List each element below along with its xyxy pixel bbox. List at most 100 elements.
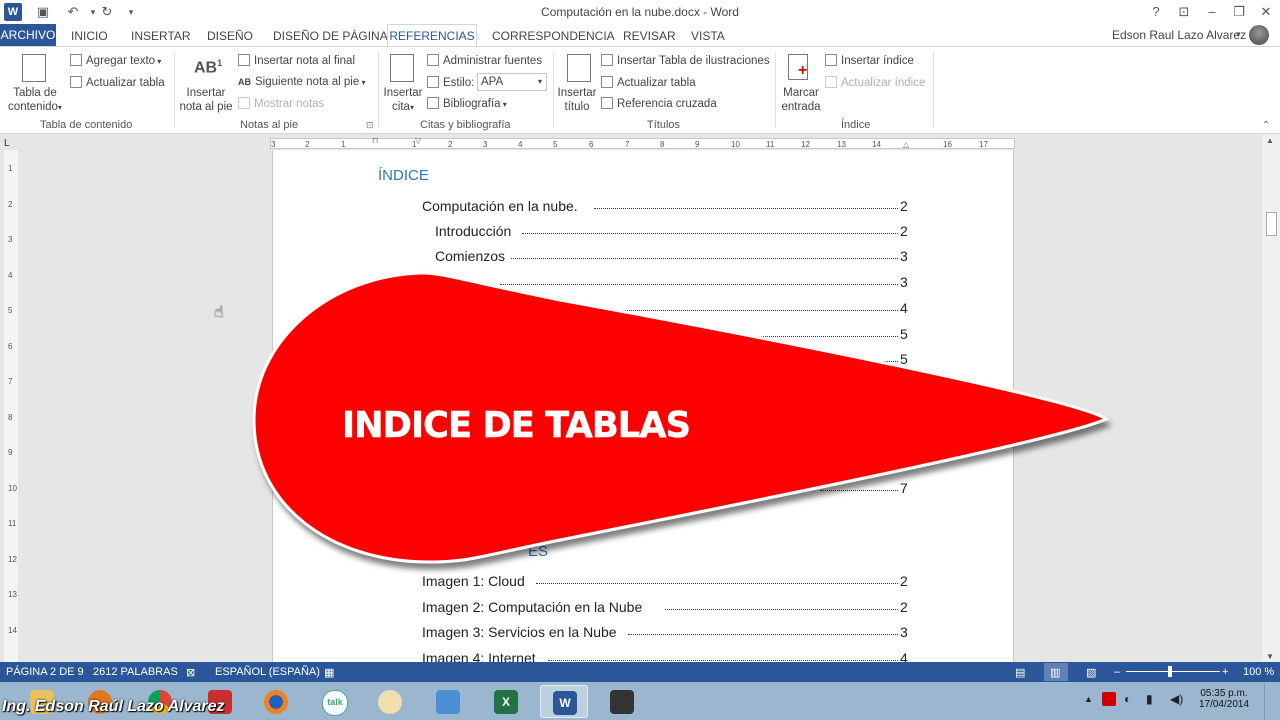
- web-layout-icon[interactable]: ▧: [1086, 666, 1096, 679]
- tab-correspondencia[interactable]: CORRESPONDENCIA: [492, 29, 615, 43]
- ribbon-display-options-icon[interactable]: ⊡: [1172, 2, 1196, 22]
- save-icon[interactable]: ▣: [34, 3, 52, 21]
- taskbar-excel[interactable]: X: [482, 685, 530, 718]
- page-count[interactable]: PÁGINA 2 DE 9: [6, 666, 84, 678]
- redo-icon[interactable]: ↻: [98, 3, 116, 21]
- toc-leader: [511, 258, 898, 259]
- toc-entry-page: 3: [900, 248, 908, 264]
- image-entry[interactable]: Imagen 3: Servicios en la Nube 3: [422, 624, 912, 644]
- show-hidden-icons-icon[interactable]: ▲: [1084, 694, 1093, 704]
- insert-caption-icon: [567, 54, 591, 82]
- tray-icon[interactable]: ◐: [1124, 692, 1131, 706]
- macro-icon[interactable]: ▦: [324, 666, 334, 679]
- toc-leader: [536, 583, 898, 584]
- taskbar-talk[interactable]: talk: [310, 685, 358, 718]
- avatar[interactable]: [1249, 25, 1269, 45]
- taskbar-word[interactable]: W: [540, 685, 588, 718]
- close-icon[interactable]: ✕: [1254, 2, 1278, 22]
- zoom-level[interactable]: 100 %: [1243, 666, 1274, 678]
- estilo-label: Estilo:: [443, 77, 475, 89]
- referencia-cruzada-button[interactable]: Referencia cruzada: [601, 97, 717, 110]
- marcar-entrada-button[interactable]: Marcar entrada: [780, 86, 822, 114]
- minimize-icon[interactable]: –: [1200, 2, 1224, 22]
- toc-leader: [500, 284, 898, 285]
- insertar-tabla-ilustraciones-button[interactable]: Insertar Tabla de ilustraciones: [601, 54, 770, 67]
- insertar-titulo-button[interactable]: Insertar título: [556, 86, 598, 114]
- tab-diseno[interactable]: DISEÑO: [207, 29, 253, 43]
- toc-leader: [860, 361, 898, 362]
- zoom-slider[interactable]: [1126, 671, 1220, 672]
- image-entry[interactable]: Imagen 1: Cloud 2: [422, 573, 912, 593]
- volume-icon[interactable]: ◀): [1170, 692, 1183, 706]
- toc-entry[interactable]: Comienzos 3: [435, 248, 912, 268]
- actualizar-tabla-button[interactable]: Actualizar tabla: [70, 76, 165, 89]
- scroll-up-icon[interactable]: ▲: [1266, 136, 1274, 145]
- zoom-in-icon[interactable]: +: [1222, 666, 1228, 678]
- talk-icon: talk: [322, 690, 348, 716]
- taskbar-recorder[interactable]: [598, 685, 646, 718]
- vruler-number: 5: [8, 306, 13, 315]
- tab-vista[interactable]: VISTA: [691, 29, 725, 43]
- network-icon[interactable]: ▮: [1146, 692, 1153, 706]
- right-indent-icon[interactable]: △: [903, 140, 909, 149]
- bibliografia-button[interactable]: Bibliografía ▾: [427, 97, 507, 110]
- image-entry[interactable]: Imagen 4: Internet 4: [422, 650, 912, 662]
- mostrar-notas-button[interactable]: Mostrar notas: [238, 97, 324, 110]
- restore-icon[interactable]: ❐: [1227, 2, 1251, 22]
- insertar-cita-button[interactable]: Insertar cita▾: [382, 86, 424, 115]
- zoom-out-icon[interactable]: –: [1114, 666, 1120, 678]
- ruler-number: 5: [553, 140, 558, 149]
- toc-leader: [665, 609, 898, 610]
- show-desktop-button[interactable]: [1264, 684, 1279, 720]
- toc-entry[interactable]: Computación en la nube. 2: [422, 198, 912, 218]
- dialog-launcher-icon[interactable]: ⊡: [366, 120, 374, 131]
- help-button[interactable]: ?: [1144, 2, 1168, 22]
- read-mode-icon[interactable]: ▤: [1015, 666, 1025, 679]
- taskbar-firefox[interactable]: [252, 685, 300, 718]
- taskbar-paint[interactable]: [366, 685, 414, 718]
- indent-marker-icon[interactable]: ⊓: [372, 136, 378, 145]
- insertar-indice-button[interactable]: Insertar índice: [825, 54, 914, 67]
- tab-referencias[interactable]: REFERENCIAS: [387, 24, 477, 47]
- customize-quick-access-icon[interactable]: ▾: [122, 3, 140, 21]
- word-count[interactable]: 2612 PALABRAS: [93, 666, 178, 678]
- toc-leader: [740, 336, 898, 337]
- administrar-fuentes-button[interactable]: Administrar fuentes: [427, 54, 542, 67]
- toc-entry[interactable]: Introducción 2: [435, 223, 912, 243]
- user-name[interactable]: Edson Raul Lazo Alvarez: [1112, 28, 1246, 42]
- taskbar-control-panel[interactable]: [424, 685, 472, 718]
- zoom-slider-thumb[interactable]: [1168, 666, 1172, 677]
- table-of-contents-button[interactable]: Tabla de contenido▾: [4, 86, 66, 115]
- actualizar-tabla-ilustraciones-button[interactable]: Actualizar tabla: [601, 76, 696, 89]
- group-label-titulos: Títulos: [647, 119, 681, 131]
- agregar-texto-button[interactable]: Agregar texto ▾: [70, 54, 161, 67]
- insertar-nota-pie-button[interactable]: Insertar nota al pie: [178, 86, 234, 114]
- siguiente-nota-button[interactable]: AB Siguiente nota al pie ▾: [238, 76, 365, 88]
- proofing-icon[interactable]: ⊠: [186, 666, 195, 679]
- scroll-down-icon[interactable]: ▼: [1266, 652, 1274, 661]
- user-dropdown-icon[interactable]: ▾: [1236, 29, 1241, 40]
- tab-revisar[interactable]: REVISAR: [623, 29, 676, 43]
- scrollbar-thumb[interactable]: [1266, 212, 1277, 236]
- undo-icon[interactable]: ↶: [64, 3, 82, 21]
- vruler-number: 8: [8, 412, 13, 422]
- insertar-nota-final-button[interactable]: Insertar nota al final: [238, 54, 355, 67]
- word-app-icon[interactable]: W: [4, 3, 22, 21]
- ruler-number: 12: [801, 140, 810, 149]
- image-entry[interactable]: Imagen 2: Computación en la Nube 2: [422, 599, 912, 619]
- clock[interactable]: 05:35 p.m. 17/04/2014: [1192, 688, 1256, 710]
- estilo-select[interactable]: APA ▾: [477, 73, 547, 91]
- tab-archivo[interactable]: ARCHIVO: [0, 24, 56, 46]
- collapse-ribbon-icon[interactable]: ⌃: [1262, 120, 1270, 131]
- ruler-number: 14: [872, 140, 881, 149]
- vertical-ruler[interactable]: [4, 150, 18, 662]
- word-icon: W: [553, 691, 577, 715]
- tab-inicio[interactable]: INICIO: [71, 29, 108, 43]
- antivirus-icon[interactable]: [1102, 692, 1116, 706]
- tab-insertar[interactable]: INSERTAR: [131, 29, 191, 43]
- tab-selector-icon[interactable]: L: [4, 138, 16, 150]
- tab-diseno-pagina[interactable]: DISEÑO DE PÁGINA: [273, 29, 388, 43]
- language-indicator[interactable]: ESPAÑOL (ESPAÑA): [215, 666, 320, 678]
- ruler-number: 4: [518, 140, 523, 149]
- actualizar-indice-button[interactable]: Actualizar índice: [825, 76, 925, 89]
